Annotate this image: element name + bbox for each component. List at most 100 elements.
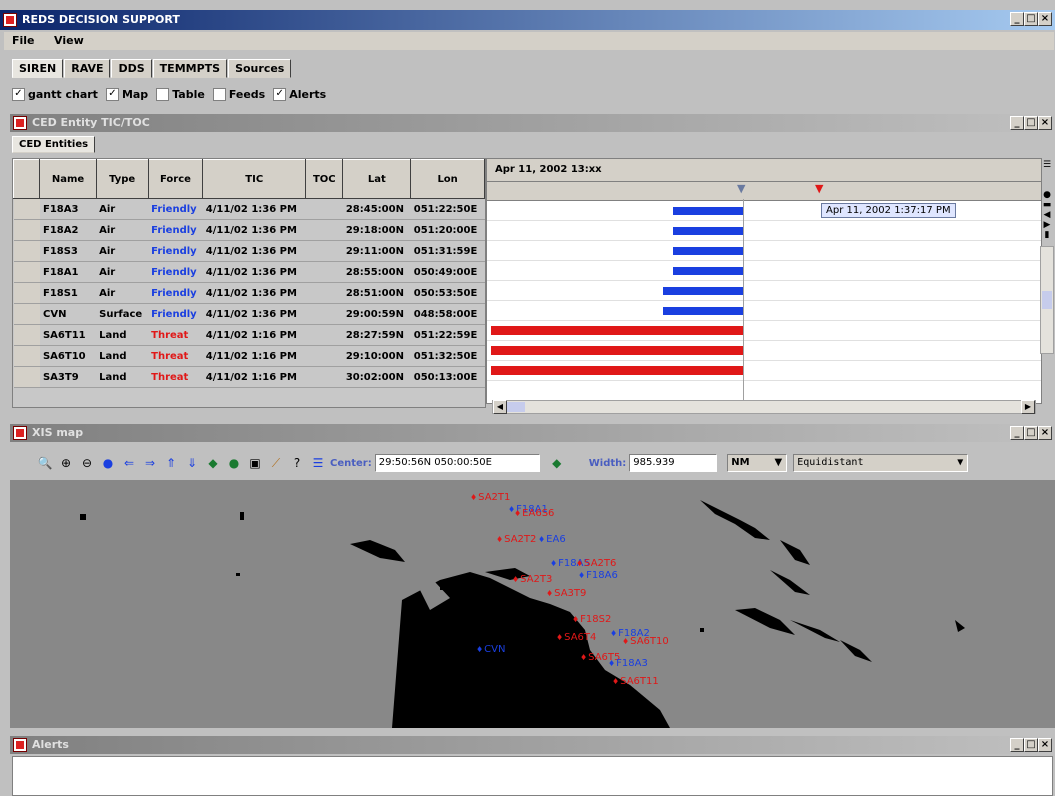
gantt-bar-friendly[interactable]: [663, 287, 743, 295]
ced-entities-tab[interactable]: CED Entities: [12, 136, 96, 153]
close-icon[interactable]: ×: [1038, 738, 1052, 752]
table-row[interactable]: SA6T10 Land Threat 4/11/02 1:16 PM 29:10:00N…: [13, 345, 485, 367]
tab-sources[interactable]: Sources: [228, 59, 292, 78]
units-select[interactable]: NM ▼: [727, 454, 788, 472]
close-icon[interactable]: ×: [1038, 12, 1052, 26]
now-marker-icon[interactable]: ▼: [737, 182, 745, 195]
time-marker-icon[interactable]: ▼: [815, 182, 823, 195]
map-unit-label[interactable]: SA2T2: [496, 534, 536, 545]
width-input[interactable]: 985.939: [629, 454, 718, 472]
pan-right-icon[interactable]: ⇒: [141, 454, 159, 472]
table-row[interactable]: CVN Surface Friendly 4/11/02 1:36 PM 29:00:5…: [13, 303, 485, 325]
table-row[interactable]: F18A1 Air Friendly 4/11/02 1:36 PM 28:55:00N…: [13, 261, 485, 283]
map-unit-label[interactable]: EA6: [538, 534, 566, 545]
minimize-icon[interactable]: _: [1010, 426, 1024, 440]
checkbox-mark[interactable]: [156, 87, 170, 101]
tab-siren[interactable]: SIREN: [12, 59, 64, 78]
maximize-icon[interactable]: □: [1024, 116, 1038, 130]
table-row[interactable]: F18S3 Air Friendly 4/11/02 1:36 PM 29:11:00N…: [13, 240, 485, 262]
world-icon[interactable]: ●: [225, 454, 243, 472]
pan-down-icon[interactable]: ⇓: [183, 454, 201, 472]
map-unit-label[interactable]: EA6S6: [514, 508, 554, 519]
prev-icon[interactable]: ◀: [1040, 210, 1054, 220]
alerts-checkbox[interactable]: ✓ Alerts: [273, 87, 326, 101]
bar-icon[interactable]: ▮: [1040, 230, 1054, 240]
gantt-vscroll-thumb[interactable]: [1042, 291, 1052, 309]
feeds-checkbox[interactable]: Feeds: [212, 87, 265, 101]
pan-left-icon[interactable]: ⇐: [120, 454, 138, 472]
tab-dds[interactable]: DDS: [111, 59, 152, 78]
projection-select[interactable]: Equidistant ▼: [793, 454, 969, 472]
gantt-chart-checkbox[interactable]: ✓ gantt chart: [12, 87, 98, 101]
gantt-bar-friendly[interactable]: [663, 307, 743, 315]
column-header-toc[interactable]: TOC: [305, 159, 344, 199]
map-unit-label[interactable]: F18A3: [608, 658, 648, 669]
help-icon[interactable]: ?: [288, 454, 306, 472]
column-header-lat[interactable]: Lat: [342, 159, 412, 199]
minimize-icon[interactable]: _: [1010, 738, 1024, 752]
zoom-icon[interactable]: ☰: [1040, 160, 1054, 190]
map-checkbox[interactable]: ✓ Map: [105, 87, 148, 101]
map-unit-label[interactable]: SA6T10: [622, 636, 669, 647]
column-header-type[interactable]: Type: [95, 159, 149, 199]
layers-icon[interactable]: ▣: [246, 454, 264, 472]
zoom-in-icon[interactable]: ⊕: [57, 454, 75, 472]
column-header-lon[interactable]: Lon: [410, 159, 485, 199]
column-header-tic[interactable]: TIC: [202, 159, 307, 199]
pan-up-icon[interactable]: ⇑: [162, 454, 180, 472]
maximize-icon[interactable]: □: [1024, 426, 1038, 440]
map-unit-label[interactable]: F18S2: [572, 614, 611, 625]
gantt-hscrollbar[interactable]: ◀ ▶: [492, 400, 1036, 414]
list-icon[interactable]: ☰: [309, 454, 327, 472]
map-unit-label[interactable]: SA6T11: [612, 676, 659, 687]
globe-icon[interactable]: ●: [99, 454, 117, 472]
tab-rave[interactable]: RAVE: [64, 59, 111, 78]
close-icon[interactable]: ×: [1038, 426, 1052, 440]
checkbox-mark[interactable]: ✓: [273, 87, 287, 101]
measure-icon[interactable]: ⟋: [267, 454, 285, 472]
map-unit-label[interactable]: CVN: [476, 644, 505, 655]
minimize-icon[interactable]: _: [1010, 12, 1024, 26]
gantt-bar-threat[interactable]: [491, 326, 743, 335]
map-unit-label[interactable]: SA6T4: [556, 632, 596, 643]
table-row[interactable]: SA3T9 Land Threat 4/11/02 1:16 PM 30:02:00N 0…: [13, 366, 485, 388]
gantt-bar-threat[interactable]: [491, 366, 743, 375]
table-row[interactable]: F18A2 Air Friendly 4/11/02 1:36 PM 29:18:00N…: [13, 219, 485, 241]
dot-icon[interactable]: ●: [1040, 190, 1054, 200]
gantt-vscrollbar[interactable]: [1040, 246, 1054, 354]
column-header-name[interactable]: Name: [39, 159, 97, 199]
center-input[interactable]: 29:50:56N 050:00:50E: [374, 454, 540, 472]
zoom-icon[interactable]: 🔍: [36, 454, 54, 472]
scroll-left-icon[interactable]: ◀: [493, 400, 507, 414]
map-unit-label[interactable]: SA2T6: [576, 558, 616, 569]
gantt-bar-threat[interactable]: [491, 346, 743, 355]
next-icon[interactable]: ▶: [1040, 220, 1054, 230]
checkbox-mark[interactable]: [212, 87, 226, 101]
zoom-out-icon[interactable]: ⊖: [78, 454, 96, 472]
column-header-force[interactable]: Force: [147, 159, 204, 199]
map-unit-label[interactable]: SA2T1: [470, 492, 510, 503]
menu-view[interactable]: View: [46, 34, 92, 47]
scroll-right-icon[interactable]: ▶: [1021, 400, 1035, 414]
maximize-icon[interactable]: □: [1024, 738, 1038, 752]
table-checkbox[interactable]: Table: [156, 87, 205, 101]
map-unit-label[interactable]: SA3T9: [546, 588, 586, 599]
gantt-bar-friendly[interactable]: [673, 227, 743, 235]
checkbox-mark[interactable]: ✓: [105, 87, 119, 101]
gantt-bar-friendly[interactable]: [673, 207, 743, 215]
minimize-icon[interactable]: _: [1010, 116, 1024, 130]
go-icon[interactable]: ◆: [548, 454, 566, 472]
gantt-bar-friendly[interactable]: [673, 247, 743, 255]
map-canvas[interactable]: SA2T1F18A1EA6S6SA2T2EA6F18A5SA2T6SA2T3F1…: [10, 480, 1055, 728]
gantt-bar-friendly[interactable]: [673, 267, 743, 275]
close-icon[interactable]: ×: [1038, 116, 1052, 130]
table-row[interactable]: SA6T11 Land Threat 4/11/02 1:16 PM 28:27:59N…: [13, 324, 485, 346]
recenter-icon[interactable]: ◆: [204, 454, 222, 472]
minus-icon[interactable]: ▬: [1040, 200, 1054, 210]
checkbox-mark[interactable]: ✓: [12, 87, 25, 101]
tab-temmpts[interactable]: TEMMPTS: [152, 59, 228, 78]
gantt-hscroll-thumb[interactable]: [507, 402, 525, 412]
menu-file[interactable]: File: [4, 34, 43, 47]
table-row[interactable]: F18A3 Air Friendly 4/11/02 1:36 PM 28:45:00N…: [13, 198, 485, 220]
map-unit-label[interactable]: SA2T3: [512, 574, 552, 585]
